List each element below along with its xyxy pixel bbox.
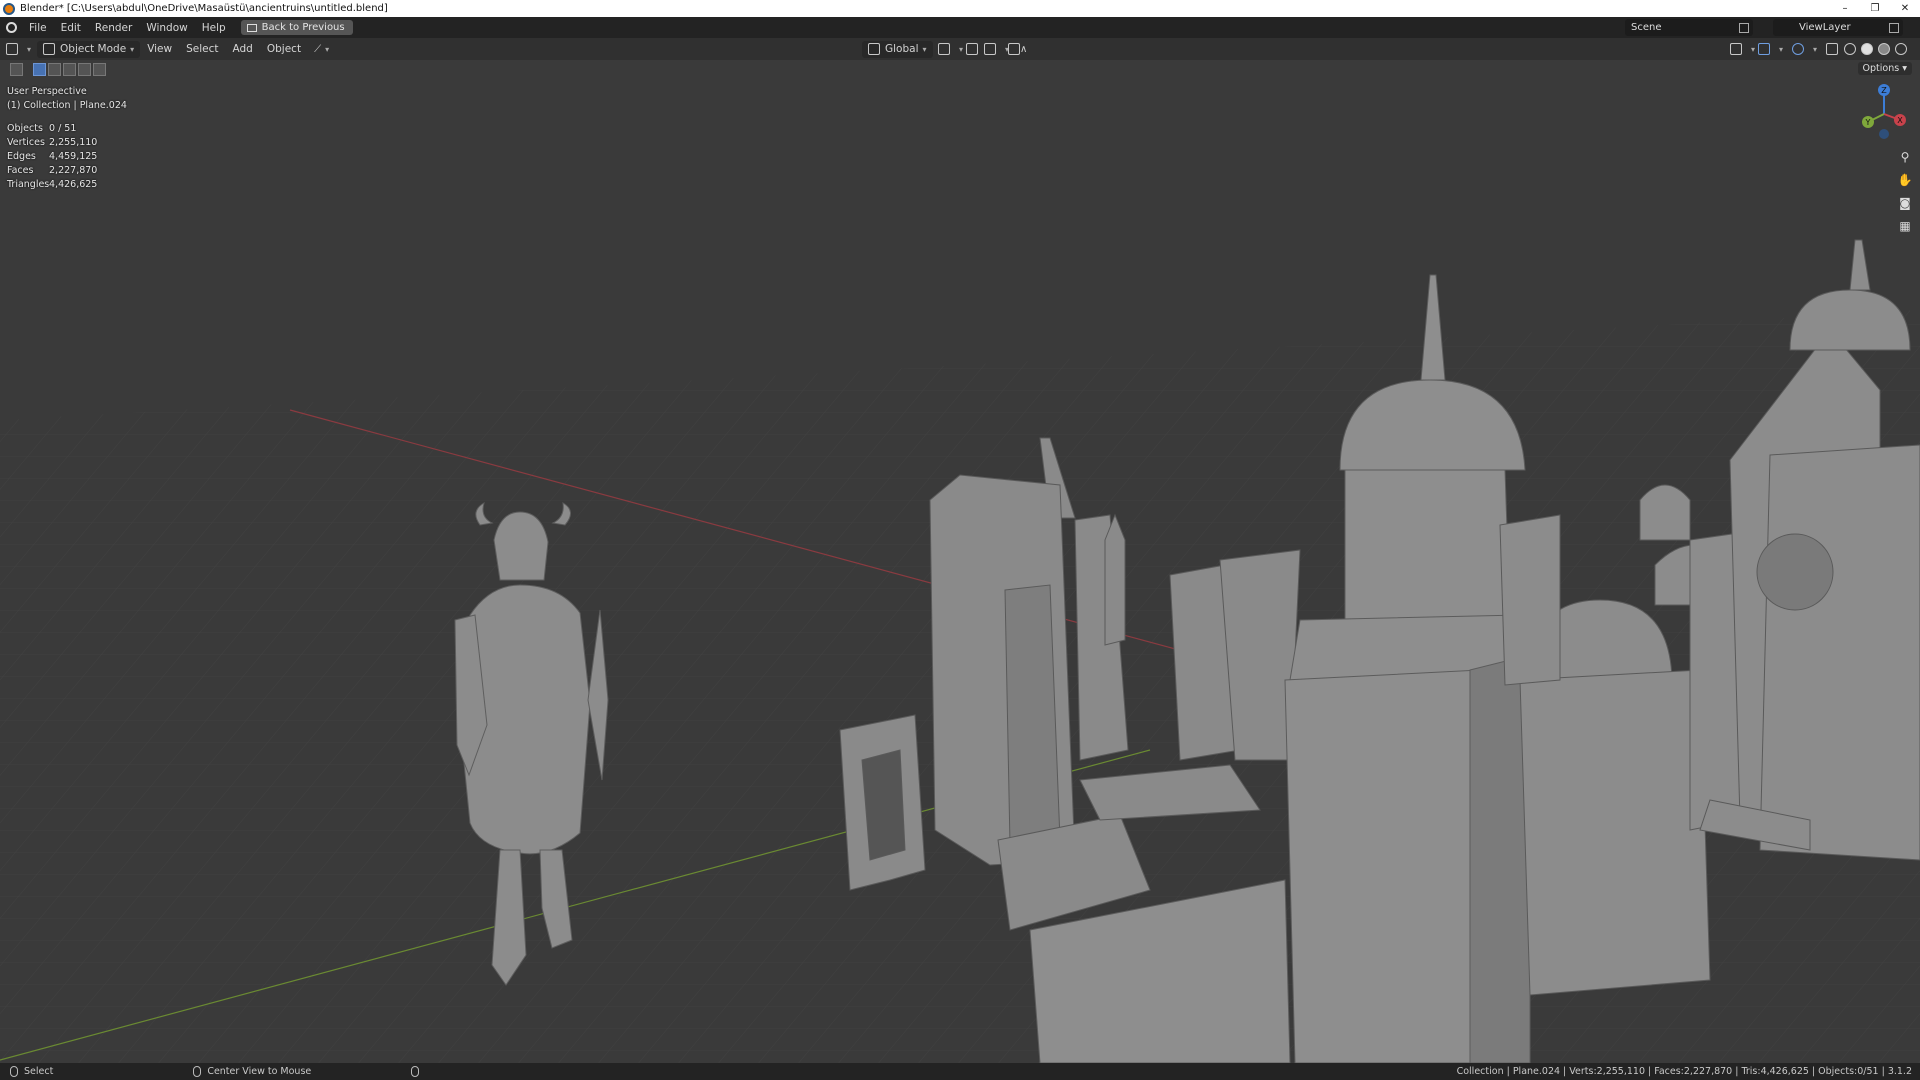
maximize-button[interactable]: ❐	[1860, 0, 1890, 17]
view-layer-selector[interactable]: ViewLayer	[1773, 19, 1903, 36]
editor-type-button[interactable]: ▾	[0, 41, 37, 58]
menu-object[interactable]: Object	[260, 43, 308, 55]
pivot-icon	[938, 43, 950, 55]
select-extend-icon[interactable]	[48, 63, 61, 76]
transform-orientation-selector[interactable]: Global ▾	[862, 40, 933, 58]
mouse-middle-icon	[193, 1066, 202, 1077]
status-select-hint: Select	[24, 1066, 54, 1077]
perspective-grid-icon[interactable]: ▦	[1898, 219, 1912, 233]
select-new-icon[interactable]	[33, 63, 46, 76]
viewport-editor-icon	[6, 43, 18, 55]
menu-file[interactable]: File	[22, 22, 54, 34]
snap-grid-icon	[984, 43, 996, 55]
stat-faces: Faces 2,227,870	[7, 164, 98, 176]
active-collection-label: (1) Collection | Plane.024	[7, 100, 127, 111]
rendered-shading-icon[interactable]	[1895, 43, 1907, 55]
stat-vertices: Vertices 2,255,110	[7, 136, 98, 148]
minimize-button[interactable]: –	[1830, 0, 1860, 17]
back-to-previous-button[interactable]: Back to Previous	[240, 20, 353, 35]
window-controls: – ❐ ✕	[1830, 0, 1920, 17]
select-invert-icon[interactable]	[78, 63, 91, 76]
view-layer-label: ViewLayer	[1799, 22, 1851, 33]
z-axis-label: Z	[1881, 86, 1887, 95]
eye-icon	[1730, 43, 1742, 55]
scene-statistics: Objects 0 / 51 Vertices 2,255,110 Edges 4,4…	[7, 121, 97, 191]
zoom-icon[interactable]: ⚲	[1898, 150, 1912, 164]
scene-label: Scene	[1631, 22, 1662, 33]
menu-select[interactable]: Select	[179, 43, 225, 55]
transform-orientation-label: Global	[885, 43, 919, 55]
shading-modes	[1838, 41, 1918, 58]
wireframe-shading-icon[interactable]	[1844, 43, 1856, 55]
menu-help[interactable]: Help	[195, 22, 233, 34]
mode-label: Object Mode	[60, 43, 127, 55]
mouse-right-icon	[411, 1066, 420, 1077]
material-shading-icon[interactable]	[1878, 43, 1890, 55]
x-axis-label: X	[1897, 116, 1903, 125]
y-axis-label: Y	[1865, 118, 1871, 127]
orientation-icon	[868, 43, 880, 55]
screen-icon	[246, 23, 257, 32]
viewport-scene[interactable]	[0, 60, 1920, 1063]
status-bar: Select Center View to Mouse Collection |…	[0, 1063, 1920, 1080]
view-layer-copy-icon[interactable]	[1889, 22, 1899, 33]
neg-z-axis-handle[interactable]	[1879, 129, 1889, 139]
navigation-gizmo[interactable]: Z Y X	[1856, 82, 1908, 142]
3d-viewport[interactable]: User Perspective (1) Collection | Plane.…	[0, 60, 1920, 1063]
chevron-down-icon: ▾	[130, 44, 135, 54]
solid-shading-icon[interactable]	[1861, 43, 1873, 55]
menu-render[interactable]: Render	[88, 22, 139, 34]
gizmo-icon	[1758, 43, 1770, 55]
overlay-icon	[1792, 43, 1804, 55]
blender-menu-icon[interactable]	[0, 17, 22, 38]
status-center-view-hint: Center View to Mouse	[207, 1066, 312, 1077]
scene-copy-icon[interactable]	[1739, 22, 1749, 33]
select-tool-icon[interactable]	[10, 63, 23, 76]
falloff-button[interactable]: ∧	[1014, 41, 1033, 58]
viewport-header: ▾ Object Mode ▾ View Select Add Object ⟋…	[0, 38, 1920, 60]
options-button[interactable]: Options ▾	[1857, 62, 1912, 75]
navigation-tools: ⚲ ✋ ◙ ▦	[1898, 150, 1913, 233]
magnet-icon	[966, 43, 978, 55]
gesture-menu-button[interactable]: ⟋ ▾	[308, 41, 335, 58]
back-to-previous-label: Back to Previous	[261, 22, 345, 33]
menu-add[interactable]: Add	[226, 43, 260, 55]
overlay-toggle-button[interactable]: ▾	[1786, 41, 1823, 58]
window-titlebar: Blender* [C:\Users\abdul\OneDrive\Masaüs…	[0, 0, 1920, 17]
select-subtract-icon[interactable]	[63, 63, 76, 76]
stat-objects: Objects 0 / 51	[7, 122, 77, 134]
menu-view[interactable]: View	[140, 43, 179, 55]
menu-edit[interactable]: Edit	[54, 22, 88, 34]
scene-selector[interactable]: Scene	[1625, 19, 1753, 36]
window-title: Blender* [C:\Users\abdul\OneDrive\Masaüs…	[20, 3, 388, 14]
view-perspective-label: User Perspective	[7, 86, 87, 97]
menu-window[interactable]: Window	[139, 22, 194, 34]
status-scene-info: Collection | Plane.024 | Verts:2,255,110…	[1456, 1066, 1912, 1077]
top-menubar: File Edit Render Window Help Back to Pre…	[0, 17, 1920, 38]
hand-pan-icon[interactable]: ✋	[1898, 173, 1913, 187]
mode-selector[interactable]: Object Mode ▾	[37, 40, 141, 58]
stat-triangles: Triangles 4,426,625	[7, 178, 98, 190]
object-mode-icon	[43, 43, 56, 55]
camera-icon[interactable]: ◙	[1898, 196, 1912, 210]
xray-icon	[1826, 43, 1838, 55]
blender-app-icon	[3, 2, 15, 15]
select-intersect-icon[interactable]	[93, 63, 106, 76]
gizmo-toggle-button[interactable]: ▾	[1752, 41, 1789, 58]
stat-edges: Edges 4,459,125	[7, 150, 98, 162]
close-button[interactable]: ✕	[1890, 0, 1920, 17]
mouse-left-icon	[10, 1066, 18, 1077]
select-mode-toolbar	[10, 63, 106, 76]
